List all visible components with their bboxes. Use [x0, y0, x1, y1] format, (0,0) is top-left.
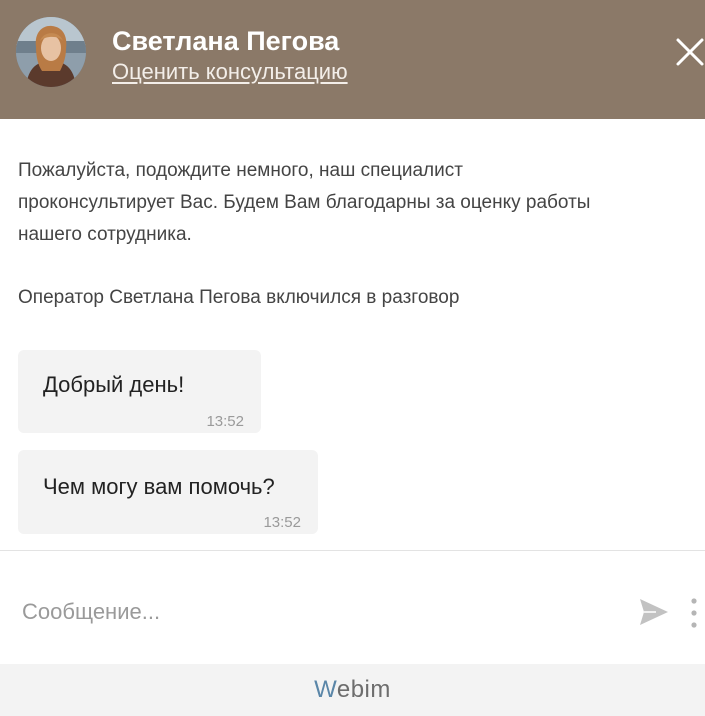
message-text: Добрый день!	[43, 372, 185, 397]
webim-logo[interactable]: Webim	[0, 676, 705, 704]
close-icon	[676, 38, 704, 66]
chat-header: Светлана Пегова Оценить консультацию	[0, 0, 705, 119]
message-list[interactable]: Пожалуйста, подождите немного, наш специ…	[0, 119, 705, 550]
more-vertical-icon	[691, 598, 697, 628]
rate-consultation-link[interactable]: Оценить консультацию	[112, 59, 348, 85]
system-message: Оператор Светлана Пегова включился в раз…	[18, 287, 460, 308]
more-options-button[interactable]	[686, 595, 702, 631]
operator-message: Добрый день! 13:52	[18, 350, 261, 433]
send-icon	[640, 599, 668, 625]
logo-letter: W	[314, 676, 337, 703]
close-button[interactable]	[672, 34, 705, 70]
system-message: Пожалуйста, подождите немного, наш специ…	[18, 160, 591, 245]
chat-window: Светлана Пегова Оценить консультацию Пож…	[0, 0, 705, 716]
chat-footer: Webim	[0, 664, 705, 716]
operator-message: Чем могу вам помочь? 13:52	[18, 450, 318, 534]
message-time: 13:52	[263, 514, 301, 531]
logo-text: ebim	[336, 676, 391, 703]
operator-name: Светлана Пегова	[112, 26, 340, 56]
message-time: 13:52	[206, 413, 244, 430]
send-button[interactable]	[638, 597, 670, 627]
message-composer	[0, 551, 705, 664]
operator-avatar	[16, 17, 86, 87]
message-text: Чем могу вам помочь?	[43, 474, 275, 499]
message-input[interactable]	[22, 595, 612, 629]
avatar-photo	[16, 17, 86, 87]
